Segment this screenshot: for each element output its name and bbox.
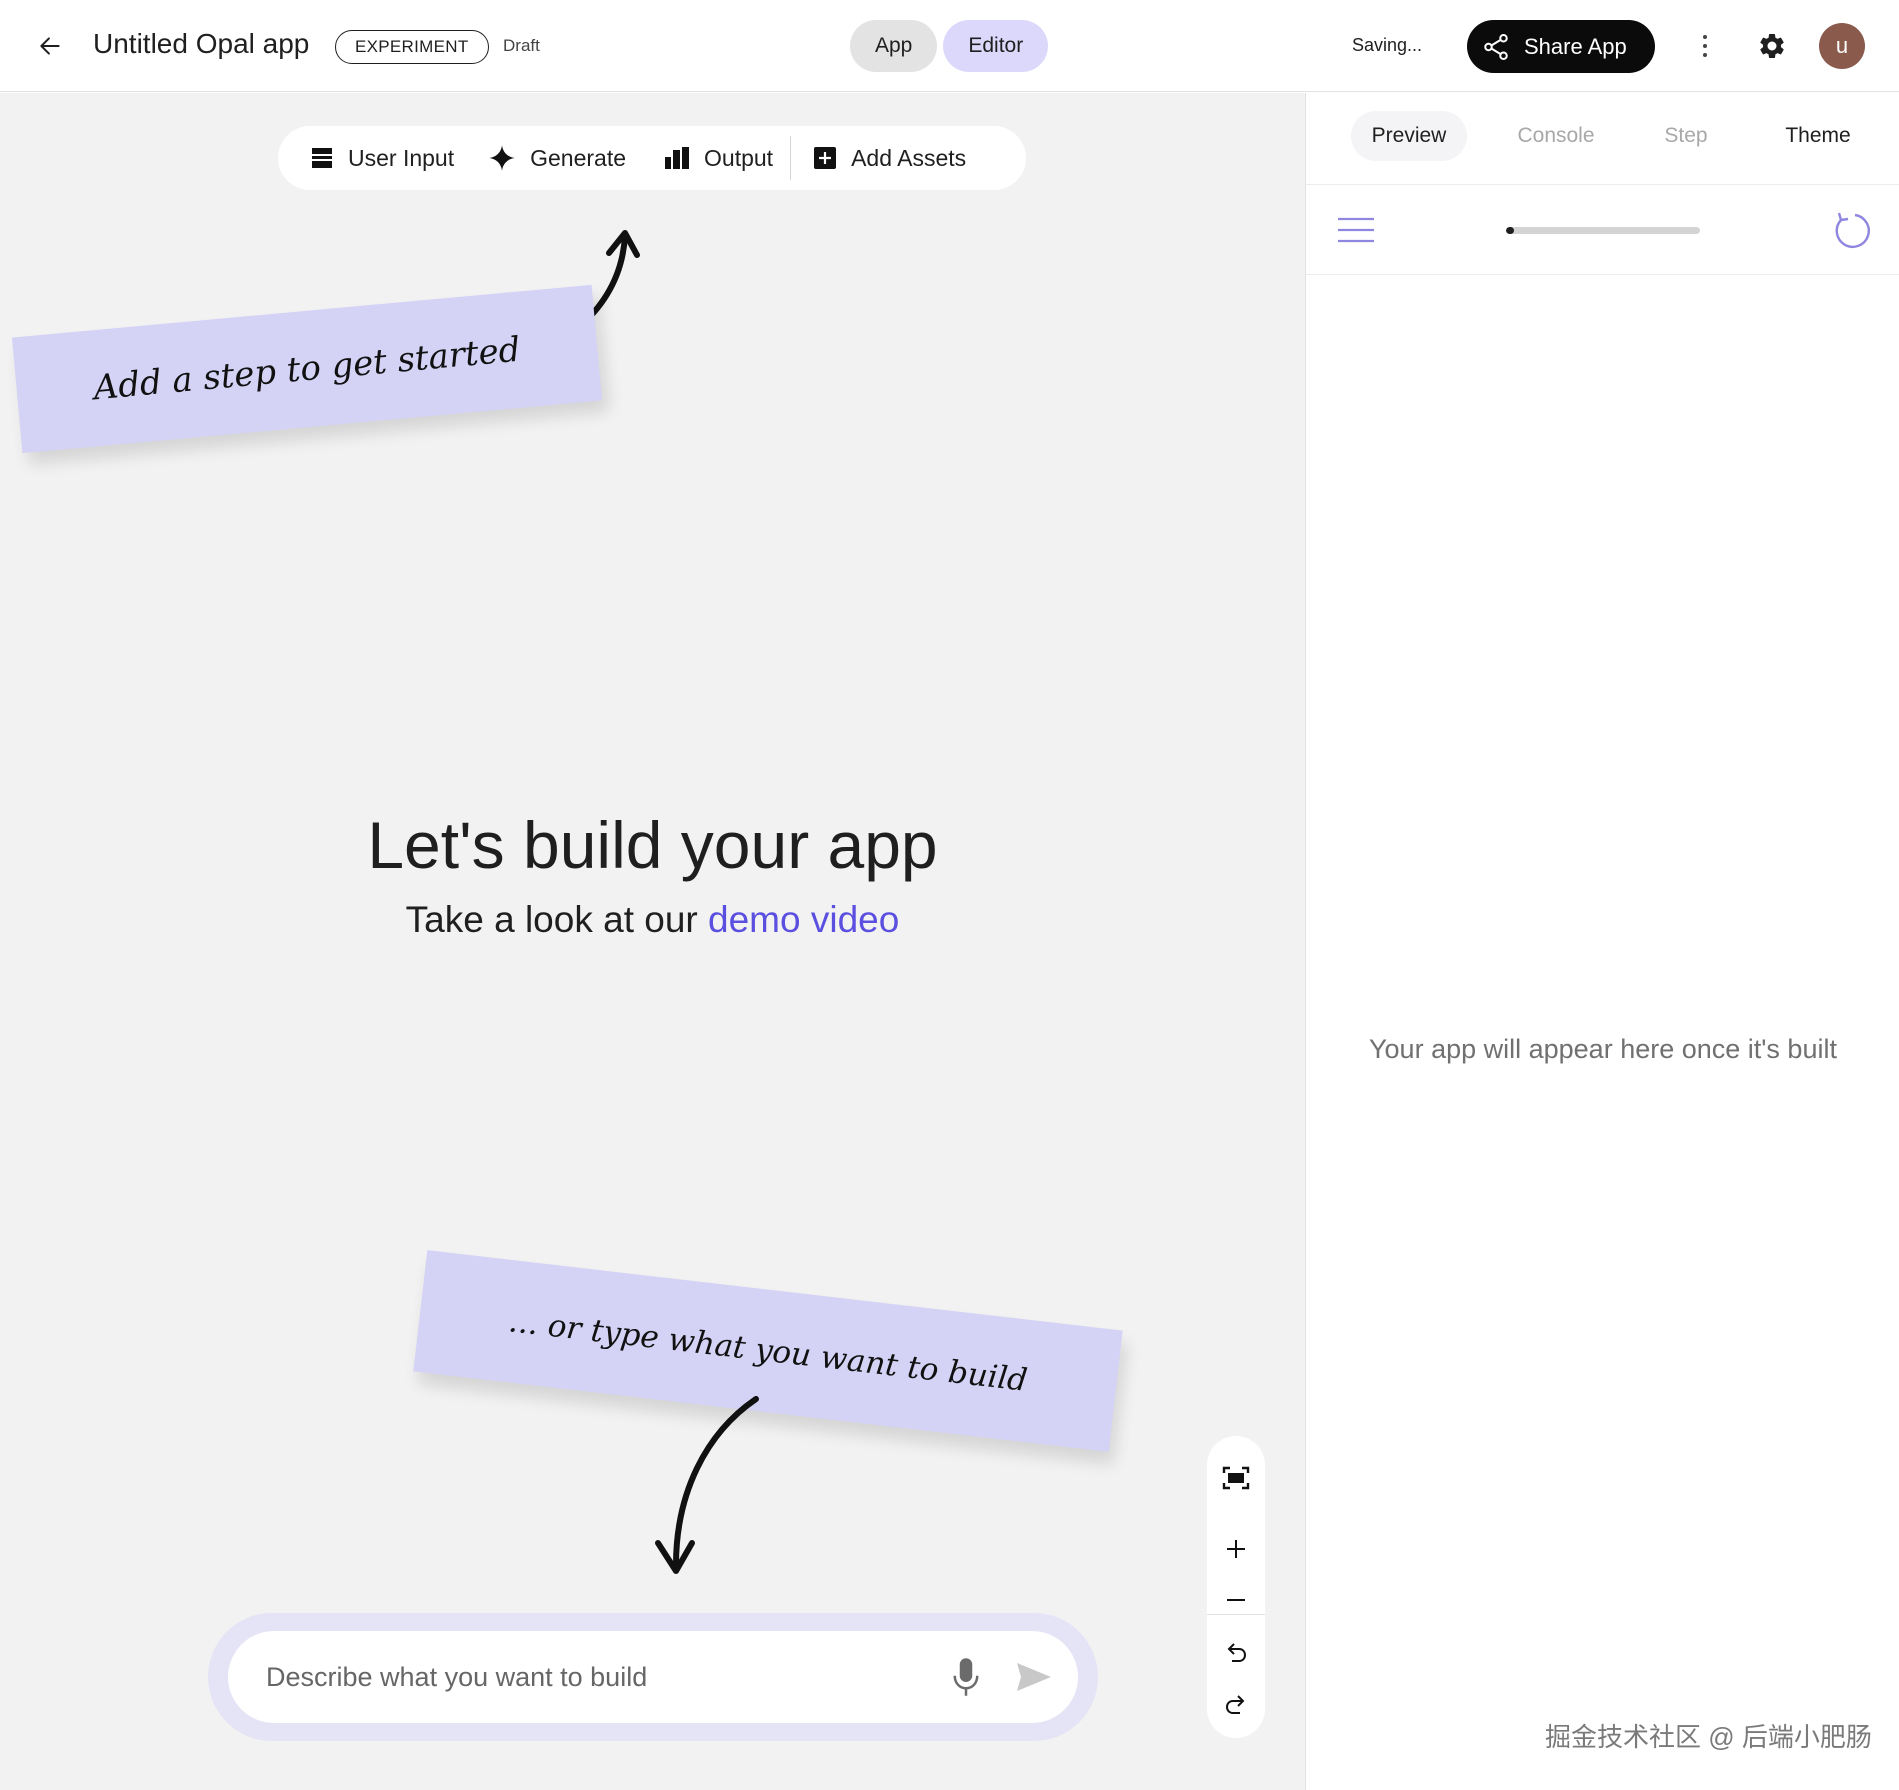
prompt-box <box>228 1631 1078 1723</box>
empty-preview-message: Your app will appear here once it's buil… <box>1369 1034 1837 1064</box>
settings-button[interactable] <box>1752 26 1792 66</box>
redo-icon <box>1225 1695 1245 1714</box>
arrow-left-icon <box>40 37 60 55</box>
back-button[interactable] <box>30 26 70 66</box>
microphone-button[interactable] <box>946 1655 986 1699</box>
mode-switcher: App Editor <box>850 20 1049 72</box>
output-icon <box>665 147 690 169</box>
step-toolbar: User Input Generate Output Add Assets <box>278 126 1026 190</box>
gear-icon <box>1760 33 1784 58</box>
zoom-in-button[interactable] <box>1216 1529 1256 1569</box>
generate-button[interactable]: Generate <box>488 126 626 190</box>
mode-app-button[interactable]: App <box>850 20 938 72</box>
redo-button[interactable] <box>1216 1684 1256 1724</box>
more-options-button[interactable] <box>1690 26 1720 66</box>
add-box-icon <box>814 147 837 169</box>
sticky-note-type-build: ... or type what you want to build <box>413 1250 1123 1452</box>
app-title[interactable]: Untitled Opal app <box>93 28 309 60</box>
undo-button[interactable] <box>1216 1632 1256 1672</box>
opal-editor-app: Untitled Opal app EXPERIMENT Draft App E… <box>0 0 1899 1790</box>
arrow-down-doodle <box>655 1396 759 1574</box>
sparkle-icon <box>489 145 515 171</box>
microphone-icon <box>953 1658 979 1696</box>
zoom-controls <box>1207 1436 1265 1738</box>
hamburger-menu-icon <box>1338 217 1374 243</box>
preview-toolbar <box>1306 185 1899 275</box>
undo-icon <box>1227 1643 1247 1662</box>
add-assets-button[interactable]: Add Assets <box>813 126 966 190</box>
output-label: Output <box>704 144 774 171</box>
panel-tabs: Preview Console Step Theme <box>1306 93 1899 185</box>
saving-status: Saving... <box>1352 35 1423 55</box>
demo-video-link[interactable]: demo video <box>708 899 899 940</box>
tab-preview[interactable]: Preview <box>1351 111 1467 161</box>
preview-progress-bar <box>1506 227 1700 234</box>
draft-status: Draft <box>503 36 540 55</box>
minus-icon <box>1227 1599 1245 1601</box>
send-button[interactable] <box>1012 1657 1056 1697</box>
zoom-divider <box>1207 1614 1265 1615</box>
fit-screen-icon <box>1222 1466 1250 1490</box>
plus-icon <box>1227 1540 1245 1558</box>
add-assets-label: Add Assets <box>851 144 967 171</box>
hero-subtitle: Take a look at our demo video <box>0 899 1305 941</box>
mode-editor-button[interactable]: Editor <box>943 20 1049 72</box>
hero-subtitle-text: Take a look at our <box>405 899 709 940</box>
sticky-note-add-step: Add a step to get started <box>11 284 603 454</box>
more-vert-icon <box>1703 35 1707 57</box>
preview-progress-fill <box>1506 227 1514 234</box>
editor-canvas[interactable]: User Input Generate Output Add Assets Ad… <box>0 93 1305 1790</box>
hero-title: Let's build your app <box>367 808 938 882</box>
toolbar-divider <box>790 136 792 180</box>
generate-label: Generate <box>530 144 627 171</box>
output-button[interactable]: Output <box>664 126 773 190</box>
share-icon <box>1484 33 1508 60</box>
tab-console[interactable]: Console <box>1498 111 1614 161</box>
experiment-badge: EXPERIMENT <box>335 30 489 64</box>
prompt-input[interactable] <box>266 1655 906 1699</box>
watermark: 掘金技术社区 @ 后端小肥肠 <box>1545 1722 1872 1752</box>
preview-panel: Preview Console Step Theme Your app will <box>1305 93 1899 1790</box>
share-app-button[interactable]: Share App <box>1467 20 1655 73</box>
top-header: Untitled Opal app EXPERIMENT Draft App E… <box>0 0 1899 92</box>
user-input-icon <box>312 148 332 168</box>
send-icon <box>1017 1663 1051 1691</box>
refresh-button[interactable] <box>1830 209 1872 251</box>
user-avatar[interactable]: u <box>1819 23 1865 69</box>
user-input-label: User Input <box>348 144 455 171</box>
tab-step[interactable]: Step <box>1646 111 1726 161</box>
share-app-label: Share App <box>1524 33 1627 59</box>
fit-view-button[interactable] <box>1216 1458 1256 1498</box>
preview-menu-button[interactable] <box>1336 210 1376 250</box>
tab-theme[interactable]: Theme <box>1758 111 1878 161</box>
prompt-container <box>208 1613 1098 1741</box>
user-input-button[interactable]: User Input <box>310 126 454 190</box>
refresh-icon <box>1835 212 1870 249</box>
